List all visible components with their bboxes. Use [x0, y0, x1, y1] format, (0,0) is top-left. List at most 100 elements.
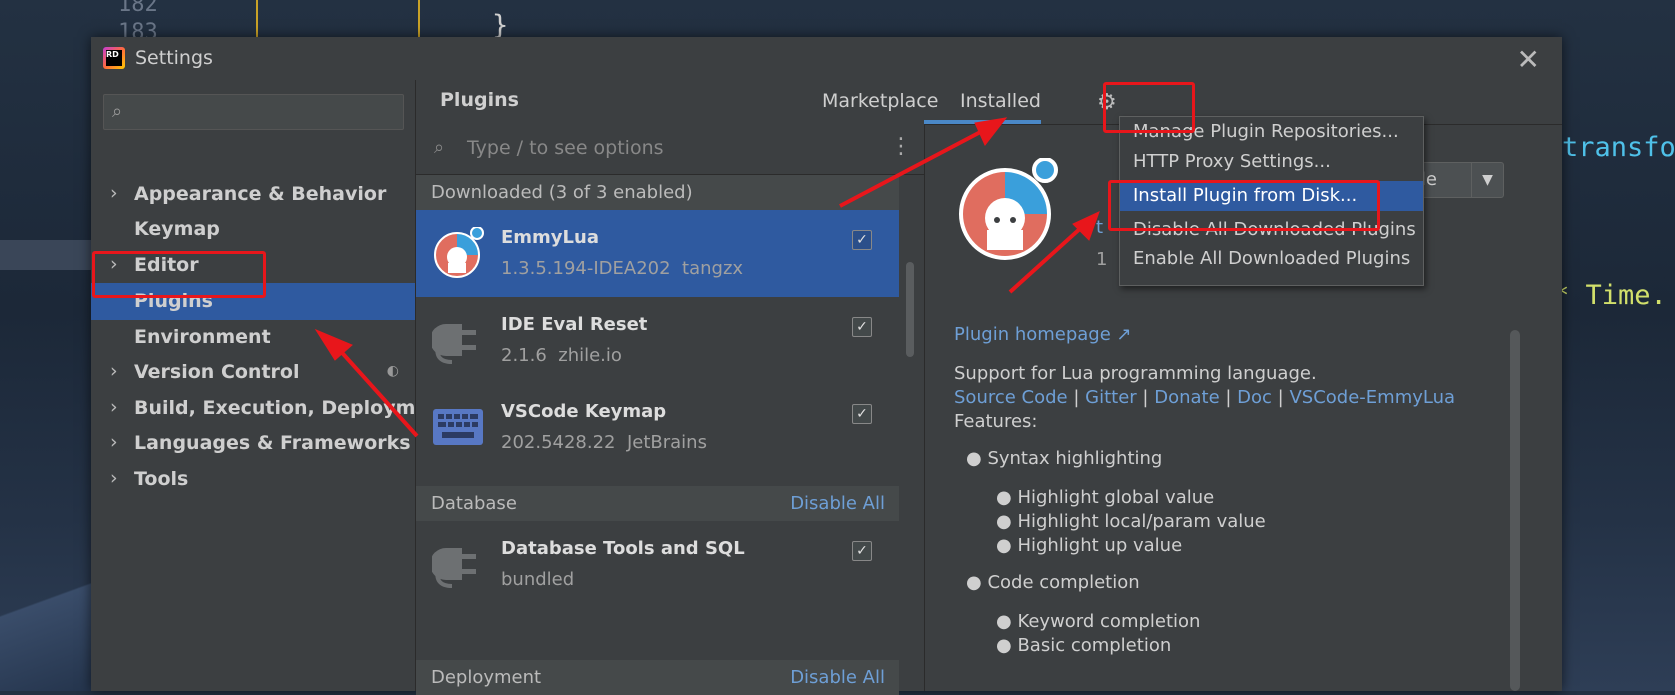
sidebar-item-plugins[interactable]: Plugins [91, 283, 415, 320]
gear-icon[interactable]: ⚙ [1097, 90, 1117, 115]
feature-sub-label: Basic completion [1017, 635, 1172, 656]
tab-marketplace[interactable]: Marketplace [822, 90, 938, 112]
group-header-database: Database Disable All [416, 486, 899, 521]
settings-sidebar: ⌕ › Appearance & Behavior Keymap › Edito… [91, 80, 451, 691]
plugin-vendor-link[interactable]: t [1096, 217, 1103, 238]
code-fragment: * Time. [1553, 280, 1667, 311]
menu-item-label: HTTP Proxy Settings... [1133, 151, 1331, 172]
sidebar-item-version-control[interactable]: › Version Control ◐ [91, 354, 415, 391]
chevron-right-icon[interactable]: › [110, 182, 118, 204]
chevron-right-icon[interactable]: › [110, 431, 118, 453]
chevron-right-icon[interactable]: › [110, 467, 118, 489]
sidebar-item-appearance-behavior[interactable]: › Appearance & Behavior [91, 176, 415, 213]
search-icon: ⌕ [434, 137, 445, 158]
chevron-right-icon[interactable]: › [110, 253, 118, 275]
detail-scrollbar[interactable] [1510, 330, 1520, 691]
group-label: Deployment [431, 667, 542, 688]
sidebar-item-languages-frameworks[interactable]: › Languages & Frameworks [91, 425, 415, 462]
plugin-row-database-tools[interactable]: Database Tools and SQL bundled ✓ [416, 521, 899, 608]
feature-sub-label: Highlight global value [1017, 487, 1215, 508]
chevron-down-icon[interactable]: ▼ [1471, 162, 1504, 198]
link-separator: | [1136, 387, 1155, 408]
sidebar-item-keymap[interactable]: Keymap [91, 211, 415, 248]
sidebar-item-tools[interactable]: › Tools [91, 461, 415, 498]
line-number: 182 [118, 0, 158, 17]
group-label: Downloaded (3 of 3 enabled) [431, 182, 693, 203]
more-options-icon[interactable]: ⋮ [890, 134, 912, 159]
plugin-description: Support for Lua programming language. [954, 363, 1317, 384]
feature-label: Syntax highlighting [987, 448, 1163, 469]
plugin-enabled-checkbox[interactable]: ✓ [852, 404, 872, 424]
feature-sub-item: ● Highlight up value [996, 535, 1183, 556]
group-header-downloaded: Downloaded (3 of 3 enabled) [416, 175, 899, 210]
doc-link[interactable]: Doc [1237, 387, 1272, 408]
sidebar-item-label: Tools [134, 468, 189, 490]
plugin-row-ide-eval-reset[interactable]: IDE Eval Reset 2.1.6 zhile.io ✓ [416, 297, 899, 384]
close-icon[interactable]: ✕ [1517, 43, 1540, 76]
plugin-row-vscode-keymap[interactable]: VSCode Keymap 202.5428.22 JetBrains ✓ [416, 384, 899, 471]
feature-sub-label: Keyword completion [1017, 611, 1201, 632]
feature-sub-item: ● Basic completion [996, 635, 1172, 656]
tab-installed[interactable]: Installed [960, 90, 1041, 112]
chevron-right-icon[interactable]: › [110, 396, 118, 418]
plugin-name: EmmyLua [501, 227, 599, 248]
gear-dropdown-menu: Manage Plugin Repositories... HTTP Proxy… [1119, 116, 1424, 286]
plugin-enabled-checkbox[interactable]: ✓ [852, 541, 872, 561]
vscode-emmylua-link[interactable]: VSCode-EmmyLua [1289, 387, 1455, 408]
feature-item: ● Syntax highlighting [966, 448, 1163, 469]
feature-sub-item: ● Highlight local/param value [996, 511, 1266, 532]
gutter-guide [256, 0, 258, 37]
menu-item-label: Disable All Downloaded Plugins [1133, 219, 1416, 240]
sidebar-item-build-execution-deployment[interactable]: › Build, Execution, Deployment [91, 390, 451, 427]
sidebar-search-input[interactable]: ⌕ [103, 94, 404, 130]
background-mountain [0, 541, 100, 691]
link-separator: | [1067, 387, 1086, 408]
keyboard-icon [433, 409, 483, 445]
donate-link[interactable]: Donate [1154, 387, 1219, 408]
feature-sub-label: Highlight local/param value [1017, 511, 1266, 532]
menu-item-disable-all[interactable]: Disable All Downloaded Plugins [1120, 215, 1423, 245]
menu-item-http-proxy[interactable]: HTTP Proxy Settings... [1120, 147, 1423, 177]
menu-item-manage-repositories[interactable]: Manage Plugin Repositories... [1120, 117, 1423, 147]
sidebar-item-label: Languages & Frameworks [134, 432, 411, 454]
plugin-list-scrollbar[interactable] [906, 262, 914, 357]
sidebar-item-label: Plugins [134, 290, 213, 312]
plugin-links: Source Code | Gitter | Donate | Doc | VS… [954, 387, 1455, 408]
plugin-row-emmylua[interactable]: EmmyLua 1.3.5.194-IDEA202 tangzx ✓ [416, 210, 899, 297]
sidebar-item-label: Environment [134, 326, 271, 348]
plugin-meta: 202.5428.22 JetBrains [501, 432, 707, 453]
feature-sub-item: ● Keyword completion [996, 611, 1201, 632]
features-label: Features: [954, 411, 1038, 432]
plugin-meta: 2.1.6 zhile.io [501, 345, 622, 366]
disable-all-link[interactable]: Disable All [790, 493, 885, 514]
sidebar-item-label: Editor [134, 254, 199, 276]
plug-icon [432, 324, 476, 364]
plugin-homepage-link[interactable]: Plugin homepage ↗ [954, 324, 1132, 345]
chevron-right-icon[interactable]: › [110, 360, 118, 382]
emmylua-icon [959, 158, 1058, 260]
app-icon-text: RD [106, 50, 122, 66]
plugin-enabled-checkbox[interactable]: ✓ [852, 317, 872, 337]
gitter-link[interactable]: Gitter [1085, 387, 1137, 408]
sidebar-item-label: Build, Execution, Deployment [134, 397, 451, 419]
plugin-enabled-checkbox[interactable]: ✓ [852, 230, 872, 250]
emmylua-icon [434, 227, 484, 278]
plugin-search-input[interactable]: Type / to see options [467, 137, 664, 159]
plug-icon [432, 548, 476, 588]
sidebar-item-editor[interactable]: › Editor [91, 247, 415, 284]
disable-all-link[interactable]: Disable All [790, 667, 885, 688]
plugin-version: 1 [1096, 249, 1108, 270]
plugin-search-bar[interactable]: ⌕ Type / to see options ⋮ [416, 124, 924, 175]
rider-app-icon: RD [103, 47, 125, 69]
menu-item-enable-all[interactable]: Enable All Downloaded Plugins [1120, 244, 1423, 274]
title-bar: RD Settings ✕ [91, 37, 1562, 80]
project-level-icon: ◐ [386, 363, 399, 379]
sidebar-item-environment[interactable]: Environment [91, 319, 415, 356]
source-code-link[interactable]: Source Code [954, 387, 1068, 408]
menu-item-label: Install Plugin from Disk... [1133, 185, 1358, 206]
menu-item-install-from-disk[interactable]: Install Plugin from Disk... [1120, 181, 1423, 211]
feature-label: Code completion [987, 572, 1140, 593]
editor-line-highlight [0, 240, 91, 270]
plugin-meta: 1.3.5.194-IDEA202 tangzx [501, 258, 744, 279]
feature-sub-item: ● Highlight global value [996, 487, 1215, 508]
